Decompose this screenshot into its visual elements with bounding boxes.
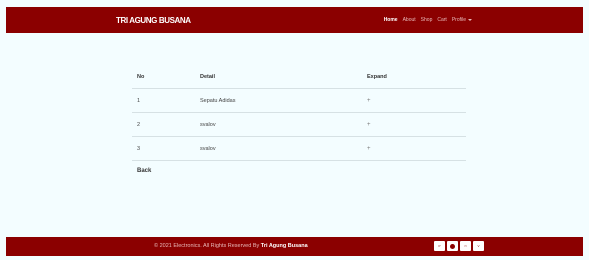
visa-icon: V <box>473 241 484 251</box>
table-row: 3 svalov + <box>132 136 466 161</box>
nav-menu: Home About Shop Cart Profile <box>384 17 472 23</box>
paypal-icon: P <box>434 241 445 251</box>
row-detail: Sepatu Adidas <box>199 88 366 113</box>
mastercard-circle <box>450 243 455 249</box>
nav-shop[interactable]: Shop <box>421 17 433 23</box>
navbar: TRI AGUNG BUSANA Home About Shop Cart Pr… <box>6 7 583 33</box>
back-link[interactable]: Back <box>132 168 466 174</box>
expand-cell: + <box>366 136 466 161</box>
footer: © 2021 Electronics. All Rights Reserved … <box>6 237 583 256</box>
nav-profile-label: Profile <box>451 17 466 23</box>
header-expand: Expand <box>366 66 466 89</box>
order-details: No Detail Expand 1 Sepatu Adidas + 2 sva… <box>132 66 466 174</box>
row-detail: svalov <box>199 112 366 137</box>
nav-about[interactable]: About <box>403 17 416 23</box>
expand-plus-icon[interactable]: + <box>367 146 371 152</box>
table-row: 2 svalov + <box>132 112 466 137</box>
row-no: 3 <box>132 136 199 161</box>
table-row: 1 Sepatu Adidas + <box>132 88 466 113</box>
expand-plus-icon[interactable]: + <box>367 122 371 128</box>
nav-cart[interactable]: Cart <box>437 17 446 23</box>
copyright-prefix: © 2021 Electronics. All Rights Reserved … <box>154 243 261 249</box>
copyright-text: © 2021 Electronics. All Rights Reserved … <box>154 243 308 249</box>
expand-cell: + <box>366 88 466 113</box>
caret-down-icon <box>468 18 472 21</box>
row-no: 2 <box>132 112 199 137</box>
expand-cell: + <box>366 112 466 137</box>
header-no: No <box>132 66 199 89</box>
nav-home[interactable]: Home <box>384 17 398 23</box>
row-no: 1 <box>132 88 199 113</box>
header-detail: Detail <box>199 66 366 89</box>
details-table: No Detail Expand 1 Sepatu Adidas + 2 sva… <box>132 66 466 161</box>
nav-profile-dropdown[interactable]: Profile <box>452 17 472 23</box>
copyright-company: Tri Agung Busana <box>260 243 308 249</box>
mastercard-icon <box>447 241 458 251</box>
payment-methods: P ▭ V <box>434 241 484 251</box>
table-header-row: No Detail Expand <box>132 66 466 89</box>
bank-transfer-icon: ▭ <box>460 241 471 251</box>
expand-plus-icon[interactable]: + <box>367 98 371 104</box>
brand-logo[interactable]: TRI AGUNG BUSANA <box>116 16 191 25</box>
row-detail: svalov <box>199 136 366 161</box>
